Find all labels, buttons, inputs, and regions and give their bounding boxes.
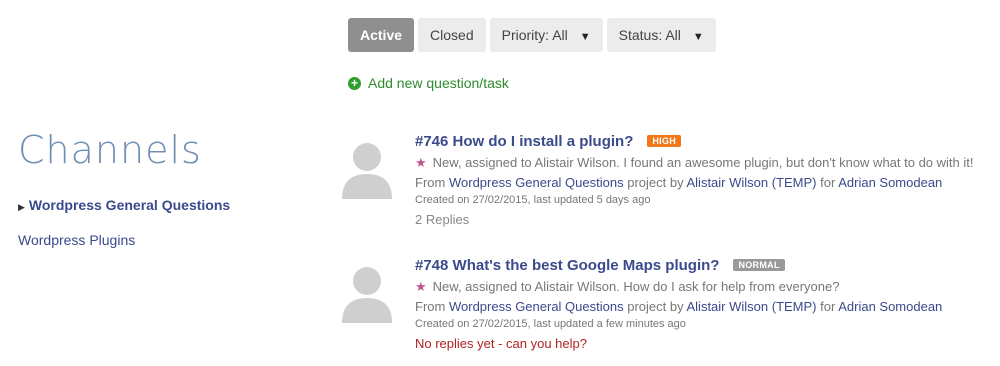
- author-link[interactable]: Alistair Wilson (TEMP): [687, 175, 817, 190]
- filter-bar: Active Closed Priority: All ▼ Status: All…: [348, 18, 716, 52]
- user-avatar-icon: [342, 267, 392, 323]
- status-dropdown[interactable]: Status: All ▼: [606, 18, 716, 52]
- star-icon: ★: [415, 279, 427, 294]
- question-summary: ★ New, assigned to Alistair Wilson. I fou…: [415, 155, 974, 170]
- author-link[interactable]: Alistair Wilson (TEMP): [687, 299, 817, 314]
- priority-dropdown[interactable]: Priority: All ▼: [489, 18, 603, 52]
- caret-down-icon: ▼: [692, 31, 704, 43]
- caret-right-icon: ▶: [18, 202, 25, 212]
- closed-filter-button[interactable]: Closed: [418, 18, 486, 52]
- sidebar-item-wordpress-general-questions[interactable]: ▶ Wordpress General Questions: [18, 197, 230, 213]
- status-dropdown-label: Status: All: [618, 27, 681, 43]
- priority-badge: HIGH: [647, 135, 682, 147]
- project-link[interactable]: Wordpress General Questions: [449, 175, 624, 190]
- question-title-link[interactable]: #746 How do I install a plugin?: [415, 133, 633, 150]
- priority-dropdown-label: Priority: All: [501, 27, 568, 43]
- assignee-link[interactable]: Adrian Somodean: [838, 175, 942, 190]
- channels-heading: Channels: [18, 128, 202, 172]
- active-filter-button[interactable]: Active: [348, 18, 415, 52]
- sidebar-item-label: Wordpress General Questions: [28, 197, 231, 213]
- question-dates: Created on 27/02/2015, last updated a fe…: [415, 318, 686, 330]
- sidebar-item-label: Wordpress Plugins: [18, 232, 136, 248]
- caret-down-icon: ▼: [579, 31, 591, 43]
- project-link[interactable]: Wordpress General Questions: [449, 299, 624, 314]
- replies-link[interactable]: No replies yet - can you help?: [415, 336, 995, 351]
- question-dates: Created on 27/02/2015, last updated 5 da…: [415, 194, 651, 206]
- add-new-question-link[interactable]: + Add new question/task: [348, 75, 509, 91]
- plus-circle-icon: +: [348, 76, 361, 90]
- question-meta: From Wordpress General Questions project…: [415, 299, 943, 314]
- sidebar-item-wordpress-plugins[interactable]: Wordpress Plugins: [18, 232, 135, 248]
- question-meta: From Wordpress General Questions project…: [415, 175, 943, 190]
- priority-badge: NORMAL: [733, 259, 785, 271]
- assignee-link[interactable]: Adrian Somodean: [838, 299, 942, 314]
- question-summary: ★ New, assigned to Alistair Wilson. How d…: [415, 279, 840, 294]
- add-new-label: Add new question/task: [368, 75, 509, 91]
- replies-link[interactable]: 2 Replies: [415, 212, 995, 227]
- user-avatar-icon: [342, 143, 392, 199]
- star-icon: ★: [415, 155, 427, 170]
- question-title-link[interactable]: #748 What's the best Google Maps plugin?: [415, 257, 719, 274]
